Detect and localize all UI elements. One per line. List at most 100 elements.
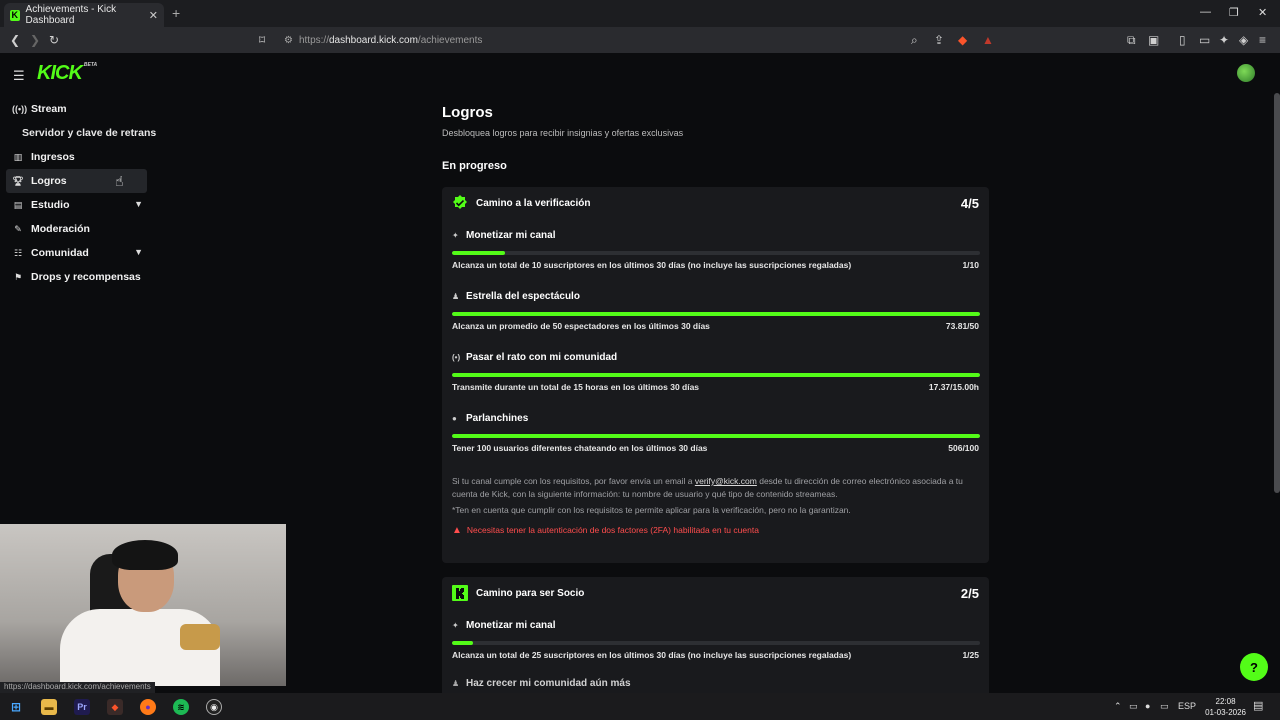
site-info-icon[interactable]: ⚙	[284, 35, 293, 46]
restore-icon[interactable]: ❐	[1229, 6, 1239, 19]
progress-bar	[452, 312, 980, 316]
card-progress: 2/5	[960, 585, 979, 601]
obs-studio-icon[interactable]: ◉	[206, 699, 222, 715]
verify-email-link[interactable]: verify@kick.com	[695, 476, 757, 486]
file-explorer-icon[interactable]: ▬	[41, 699, 57, 715]
sparkle-icon: ✦	[452, 621, 459, 630]
leo-ai-icon[interactable]: ✦	[1219, 33, 1229, 47]
browser-toolbar: ❮ ❯ ↻ ⌑ ⚙ https://dashboard.kick.com/ach…	[0, 27, 1280, 53]
chevron-down-icon: ▼	[134, 247, 143, 257]
input-language[interactable]: ESP	[1178, 701, 1196, 711]
mouse-pointer-icon: ☝	[115, 173, 124, 189]
wrench-icon: ✎	[14, 223, 22, 234]
task-title: Pasar el rato con mi comunidad	[466, 352, 618, 363]
sidebar-item-label: Ingresos	[31, 151, 75, 163]
address-bar[interactable]: ⚙ https://dashboard.kick.com/achievement…	[258, 29, 1006, 51]
task-title: Parlanchines	[466, 413, 529, 424]
sidebar-item-stream-key[interactable]: Servidor y clave de retransmisión	[6, 121, 156, 145]
logo-text: KICK	[37, 62, 83, 84]
progress-fill	[452, 312, 980, 316]
brave-rewards-icon[interactable]: ▲	[982, 33, 994, 47]
sidebar-item-comunidad[interactable]: ☷ Comunidad ▼	[6, 241, 147, 265]
person-hair	[112, 540, 178, 570]
task-item: ✦ Monetizar mi canal Alcanza un total de …	[442, 609, 989, 670]
firefox-icon[interactable]: ●	[140, 699, 156, 715]
chart-icon: ▥	[13, 151, 23, 162]
page-subtitle: Desbloquea logros para recibir insignias…	[442, 128, 684, 138]
network-icon[interactable]: ▭	[1160, 701, 1169, 712]
card-progress: 4/5	[960, 195, 979, 211]
verified-badge-icon	[452, 195, 468, 211]
sidebar-item-moderacion[interactable]: ✎ Moderación	[6, 217, 147, 241]
brave-browser-icon[interactable]: ◆	[107, 699, 123, 715]
premiere-pro-icon[interactable]: Pr	[74, 699, 90, 715]
notifications-icon[interactable]: ▤	[1253, 699, 1263, 712]
kick-logo-icon: K	[10, 9, 20, 21]
task-value: 506/100	[948, 443, 979, 453]
browser-tab[interactable]: K Achievements - Kick Dashboard ✕	[4, 3, 164, 27]
forward-icon[interactable]: ❯	[30, 33, 40, 47]
reload-icon[interactable]: ↻	[49, 33, 59, 47]
tray-app-icon[interactable]: ▭	[1129, 701, 1138, 712]
clock-time: 22:08	[1215, 697, 1236, 706]
minimize-icon[interactable]: —	[1200, 6, 1211, 18]
sidebar-toggle-icon[interactable]: ▯	[1179, 33, 1186, 47]
extensions-icon[interactable]: ⧉	[1127, 33, 1136, 47]
progress-bar	[452, 641, 980, 645]
vpn-icon[interactable]: ◈	[1239, 33, 1248, 47]
clock-date: 01-03-2026	[1205, 708, 1246, 717]
gift-icon: ⚑	[13, 271, 23, 282]
brave-shields-icon[interactable]: ◆	[958, 33, 967, 47]
task-description: Alcanza un total de 25 suscriptores en l…	[452, 650, 852, 660]
task-item: ✦ Monetizar mi canal Alcanza un total de …	[442, 219, 989, 280]
task-value: 1/10	[962, 260, 979, 270]
tab-title: Achievements - Kick Dashboard	[25, 4, 117, 26]
sidebar-item-label: Stream	[31, 103, 67, 115]
share-icon[interactable]: ⇪	[934, 33, 944, 47]
system-clock[interactable]: 22:08 01-03-2026	[1205, 696, 1246, 718]
progress-fill	[452, 641, 474, 645]
sidebar-item-stream[interactable]: ((•)) Stream	[6, 97, 147, 121]
tab-close-icon[interactable]: ✕	[149, 9, 158, 22]
task-value: 73.81/50	[945, 321, 979, 331]
task-title: Monetizar mi canal	[466, 620, 556, 631]
menu-icon[interactable]: ≡	[1259, 33, 1266, 47]
verification-disclaimer: *Ten en cuenta que cumplir con los requi…	[452, 505, 851, 515]
task-value: 17.37/15.00h	[928, 382, 979, 392]
page-scrollbar[interactable]	[1274, 93, 1280, 493]
back-icon[interactable]: ❮	[10, 33, 20, 47]
sidebar-item-ingresos[interactable]: ▥ Ingresos	[6, 145, 147, 169]
trophy-icon: 🏆︎	[12, 175, 24, 186]
chat-icon: ●	[452, 414, 457, 423]
sidebar-item-logros[interactable]: 🏆︎ Logros	[6, 169, 147, 193]
url-prefix: https://	[298, 34, 329, 46]
task-description: Alcanza un promedio de 50 espectadores e…	[452, 321, 710, 331]
window-close-icon[interactable]: ✕	[1258, 6, 1267, 19]
microphone-icon[interactable]: ●	[1145, 701, 1150, 711]
zoom-icon[interactable]: ⌕	[911, 33, 918, 47]
card-title: Camino para ser Socio	[476, 587, 585, 599]
progress-bar	[452, 251, 980, 255]
support-chat-button[interactable]: ?	[1240, 653, 1268, 681]
windows-start-icon[interactable]: ⊞	[8, 699, 24, 715]
hamburger-menu-icon[interactable]: ☰	[13, 68, 25, 84]
card-header: Camino para ser Socio 2/5	[442, 577, 989, 609]
broadcast-icon: ((•))	[12, 104, 28, 114]
sidebar-item-estudio[interactable]: ▤ Estudio ▼	[6, 193, 147, 217]
note-text: Si tu canal cumple con los requisitos, p…	[452, 476, 695, 486]
spotify-icon[interactable]: ≋	[173, 699, 189, 715]
task-item: ● Parlanchines Tener 100 usuarios diferen…	[442, 402, 989, 463]
achievement-card-verification: Camino a la verificación 4/5 ✦ Monetizar …	[442, 187, 989, 563]
media-icon[interactable]: ▣	[1148, 33, 1159, 47]
sidebar-item-drops[interactable]: ⚑ Drops y recompensas	[6, 265, 147, 289]
task-description: Tener 100 usuarios diferentes chateando …	[452, 443, 708, 453]
sparkle-icon: ✦	[452, 231, 459, 240]
kick-logo[interactable]: KICK BETA	[37, 62, 97, 85]
tray-overflow-icon[interactable]: ⌃	[1114, 701, 1122, 712]
avatar[interactable]	[1237, 64, 1255, 82]
sidebar: ((•)) Stream Servidor y clave de retrans…	[6, 97, 156, 289]
new-tab-icon[interactable]: +	[172, 5, 180, 21]
wallet-icon[interactable]: ▭	[1199, 33, 1210, 47]
task-description: Alcanza un total de 10 suscriptores en l…	[452, 260, 852, 270]
task-title: Haz crecer mi comunidad aún más	[466, 678, 631, 689]
